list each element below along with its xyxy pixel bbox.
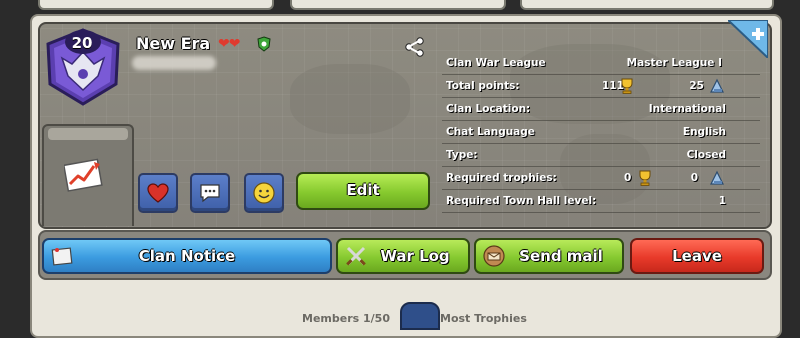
stat-value: Closed xyxy=(686,149,726,161)
stat-label: Required trophies: xyxy=(446,172,557,184)
members-count: Members 1/50 xyxy=(302,312,390,325)
sort-badge-icon[interactable] xyxy=(400,302,440,330)
stat-label: Total points: xyxy=(446,80,520,92)
mail-icon xyxy=(483,245,505,267)
chat-icon xyxy=(200,184,220,203)
send-mail-label: Send mail xyxy=(519,247,603,265)
clan-notice-label: Clan Notice xyxy=(138,247,236,265)
top-tab-middle[interactable] xyxy=(290,0,506,10)
stat-value: English xyxy=(682,126,726,138)
stat-label: Clan Location: xyxy=(446,103,531,115)
builder-trophy-icon xyxy=(710,170,724,185)
war-log-button[interactable]: War Log xyxy=(336,238,470,274)
clan-stats-table: Clan War League Master League I Total po… xyxy=(442,52,760,213)
stat-label: Clan War League xyxy=(446,57,546,69)
stat-label: Required Town Hall level: xyxy=(446,195,597,207)
map-continent xyxy=(290,64,410,134)
clan-notice-button[interactable]: Clan Notice xyxy=(42,238,332,274)
friendly-challenge-button[interactable] xyxy=(138,173,178,213)
top-tab-left[interactable] xyxy=(38,0,274,10)
builder-trophy-icon xyxy=(710,78,724,93)
stat-value-trophies: 0 xyxy=(624,172,632,184)
share-icon[interactable] xyxy=(404,36,426,58)
edit-button[interactable]: Edit xyxy=(296,172,430,210)
stat-value-builder: 0 xyxy=(690,172,698,184)
stat-row-total-points: Total points: 111 25 xyxy=(442,75,760,98)
stat-value: Master League I xyxy=(626,57,722,69)
stat-row-war-league: Clan War League Master League I xyxy=(442,52,760,75)
trophy-icon xyxy=(621,78,633,94)
stat-row-location: Clan Location: International xyxy=(442,98,760,121)
clan-level: 20 xyxy=(71,34,93,52)
stat-row-chat-language: Chat Language English xyxy=(442,121,760,144)
stat-value: International xyxy=(648,103,726,115)
stat-label: Type: xyxy=(446,149,478,161)
sort-label: Most Trophies xyxy=(440,312,527,325)
leave-button[interactable]: Leave xyxy=(630,238,764,274)
friendly-war-icon xyxy=(257,36,271,52)
clan-name: New Era xyxy=(136,34,211,53)
stats-chart-icon[interactable] xyxy=(64,156,108,192)
heart-icon xyxy=(147,183,169,203)
stat-row-town-hall: Required Town Hall level: 1 xyxy=(442,190,760,213)
stat-row-type: Type: Closed xyxy=(442,144,760,167)
stat-value-builder: 25 xyxy=(689,80,704,92)
notice-icon xyxy=(51,247,73,266)
smiley-icon xyxy=(253,182,275,204)
heart-icon: ❤❤ xyxy=(218,36,240,52)
tab-strip xyxy=(48,128,128,140)
clan-chat-button[interactable] xyxy=(190,173,230,213)
stat-value: 1 xyxy=(718,195,726,207)
stat-row-required-trophies: Required trophies: 0 0 xyxy=(442,167,760,190)
send-mail-button[interactable]: Send mail xyxy=(474,238,624,274)
top-tab-right[interactable] xyxy=(520,0,774,10)
war-log-label: War Log xyxy=(380,247,450,265)
trophy-icon xyxy=(639,170,651,186)
reactions-button[interactable] xyxy=(244,173,284,213)
crossed-swords-icon xyxy=(346,246,366,266)
stat-label: Chat Language xyxy=(446,126,535,138)
clan-tag-redacted xyxy=(132,56,216,70)
